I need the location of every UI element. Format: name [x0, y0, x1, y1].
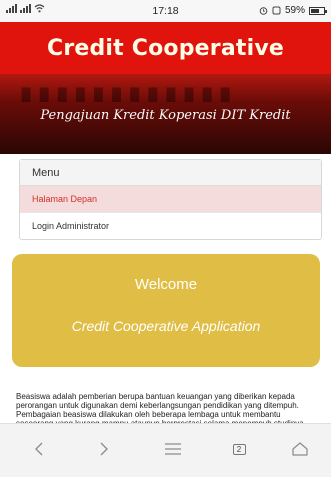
battery-icon [309, 6, 327, 15]
status-bar: 17:18 59% [0, 0, 331, 22]
screenshot-icon [272, 6, 281, 15]
banner: ▮▮▮▮▮▮▮▮▮▮▮▮ Pengajuan Kredit Koperasi D… [0, 74, 331, 154]
welcome-subtitle: Credit Cooperative Application [71, 318, 261, 334]
welcome-box: Welcome Credit Cooperative Application [12, 254, 320, 367]
menu-heading: Menu [20, 160, 321, 186]
menu-item-halaman-depan[interactable]: Halaman Depan [20, 186, 321, 213]
forward-icon[interactable] [91, 436, 117, 462]
browser-nav-bar: 2 [0, 423, 331, 477]
banner-graphic: ▮▮▮▮▮▮▮▮▮▮▮▮ [20, 82, 238, 102]
battery-percent: 59% [284, 5, 305, 16]
back-icon[interactable] [26, 436, 52, 462]
home-icon[interactable] [287, 436, 313, 462]
tabs-count: 2 [232, 443, 246, 455]
tabs-icon[interactable]: 2 [226, 436, 252, 462]
site-header: Credit Cooperative [0, 22, 331, 74]
site-title: Credit Cooperative [46, 35, 285, 61]
menu-panel: Menu Halaman Depan Login Administrator [19, 159, 322, 240]
article-text: Beasiswa adalah pemberian berupa bantuan… [16, 392, 306, 423]
banner-subtitle: Pengajuan Kredit Koperasi DIT Kredit [40, 108, 291, 123]
menu-item-login-administrator[interactable]: Login Administrator [20, 213, 321, 240]
welcome-title: Welcome [134, 276, 198, 293]
status-indicators: 59% [259, 5, 327, 16]
menu-icon[interactable] [160, 436, 186, 462]
alarm-icon [259, 7, 268, 15]
